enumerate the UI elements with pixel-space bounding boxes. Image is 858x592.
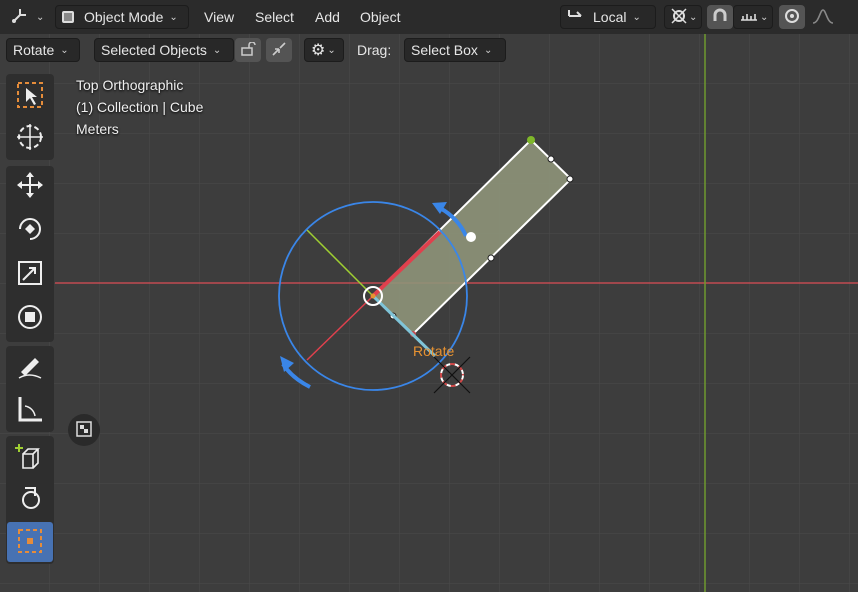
tool-rotate[interactable] — [7, 210, 53, 250]
menu-object[interactable]: Object — [354, 5, 406, 29]
tool-transform[interactable] — [7, 298, 53, 338]
pivot-dropdown[interactable]: ⌄ — [664, 5, 702, 29]
scale-icon — [15, 258, 45, 291]
snap-target-dropdown[interactable]: ⌄ — [733, 5, 773, 29]
view-name-text: Top Orthographic — [76, 77, 184, 93]
pivot-icon — [671, 7, 687, 27]
shrink-arrows-icon — [271, 41, 287, 60]
orientation-label: Local — [593, 9, 627, 25]
rotation-dropdown[interactable]: Rotate ⌄ — [6, 38, 80, 62]
tool-scale[interactable] — [7, 254, 53, 294]
move-icon — [15, 170, 45, 203]
tool-move[interactable] — [7, 166, 53, 206]
falloff-dropdown[interactable] — [806, 5, 838, 29]
chevron-down-icon: ⌄ — [632, 11, 641, 23]
tool-select-box[interactable] — [7, 76, 53, 116]
magnet-icon — [711, 7, 729, 28]
object-origin — [370, 293, 376, 299]
toggle-camera-button[interactable] — [68, 414, 100, 446]
chevron-down-icon: ⌄ — [169, 11, 178, 23]
menu-view[interactable]: View — [198, 5, 240, 29]
chevron-down-icon: ⌄ — [212, 44, 222, 56]
select-box-icon — [15, 80, 45, 113]
orientation-icon — [567, 9, 585, 26]
menu-select[interactable]: Select — [249, 5, 300, 29]
add-cube-icon — [15, 442, 45, 475]
chevron-down-icon: ⌄ — [689, 11, 698, 23]
ruler-icon — [15, 394, 45, 427]
rotate-handle[interactable] — [466, 232, 476, 242]
tool-cursor[interactable] — [7, 118, 53, 158]
object-mode-icon — [62, 11, 74, 23]
affect-label: Selected Objects — [101, 42, 207, 58]
mode-label: Object Mode — [84, 9, 164, 25]
gear-icon: ⚙ — [311, 42, 326, 59]
rotation-label: Rotate — [13, 42, 55, 58]
transform-icon — [15, 302, 45, 335]
rotate-icon — [15, 214, 45, 247]
cube-handle-top[interactable] — [527, 136, 535, 144]
falloff-curve-icon — [812, 8, 834, 27]
chevron-down-icon: ⌄ — [760, 11, 769, 23]
drag-label: Drag: — [357, 42, 392, 58]
grid-checker-icon — [76, 420, 92, 440]
gizmo-label: Rotate — [413, 343, 455, 359]
lock-toggle-button[interactable] — [235, 38, 261, 62]
units-text: Meters — [76, 121, 119, 137]
drag-dropdown[interactable]: Select Box ⌄ — [404, 38, 506, 62]
chevron-down-icon: ⌄ — [60, 44, 69, 56]
chevron-down-icon: ⌄ — [483, 44, 493, 56]
menu-add[interactable]: Add — [309, 5, 346, 29]
chevron-down-icon: ⌄ — [36, 11, 45, 23]
origins-toggle-button[interactable] — [266, 38, 292, 62]
tool-add-cube[interactable] — [7, 438, 53, 478]
tool-measure[interactable] — [7, 390, 53, 430]
pencil-icon — [15, 352, 45, 385]
viewport-header: ⌄ Object Mode ⌄ View Select Add Object L… — [0, 0, 858, 34]
cursor-icon — [15, 122, 45, 155]
proportional-editing-button[interactable] — [779, 5, 805, 29]
cube-handle[interactable] — [487, 254, 495, 262]
tool-settings-bar: Rotate ⌄ Selected Objects ⌄ ⚙ ⌄ Drag: Se… — [0, 34, 516, 66]
collection-text: (1) Collection | Cube — [76, 99, 204, 115]
spin-icon — [15, 484, 45, 517]
orientation-dropdown[interactable]: Local ⌄ — [560, 5, 656, 29]
options-dropdown[interactable]: ⚙ ⌄ — [304, 38, 344, 62]
tool-active-object[interactable] — [7, 522, 53, 562]
cube-handle[interactable] — [547, 155, 555, 163]
cube-handle[interactable] — [566, 175, 574, 183]
lock-icon — [240, 40, 256, 59]
proportional-edit-icon — [784, 8, 800, 27]
snap-toggle-button[interactable] — [707, 5, 733, 29]
drag-value: Select Box — [411, 42, 478, 58]
mode-dropdown[interactable]: Object Mode ⌄ — [55, 5, 189, 29]
tool-spin[interactable] — [7, 480, 53, 520]
tool-annotate[interactable] — [7, 348, 53, 388]
axes-icon — [10, 7, 30, 28]
snap-increment-icon — [740, 8, 758, 27]
chevron-down-icon: ⌄ — [327, 44, 336, 56]
affect-dropdown[interactable]: Selected Objects ⌄ — [94, 38, 234, 62]
editor-type-button[interactable]: ⌄ — [4, 5, 50, 29]
active-object-icon — [15, 526, 45, 559]
